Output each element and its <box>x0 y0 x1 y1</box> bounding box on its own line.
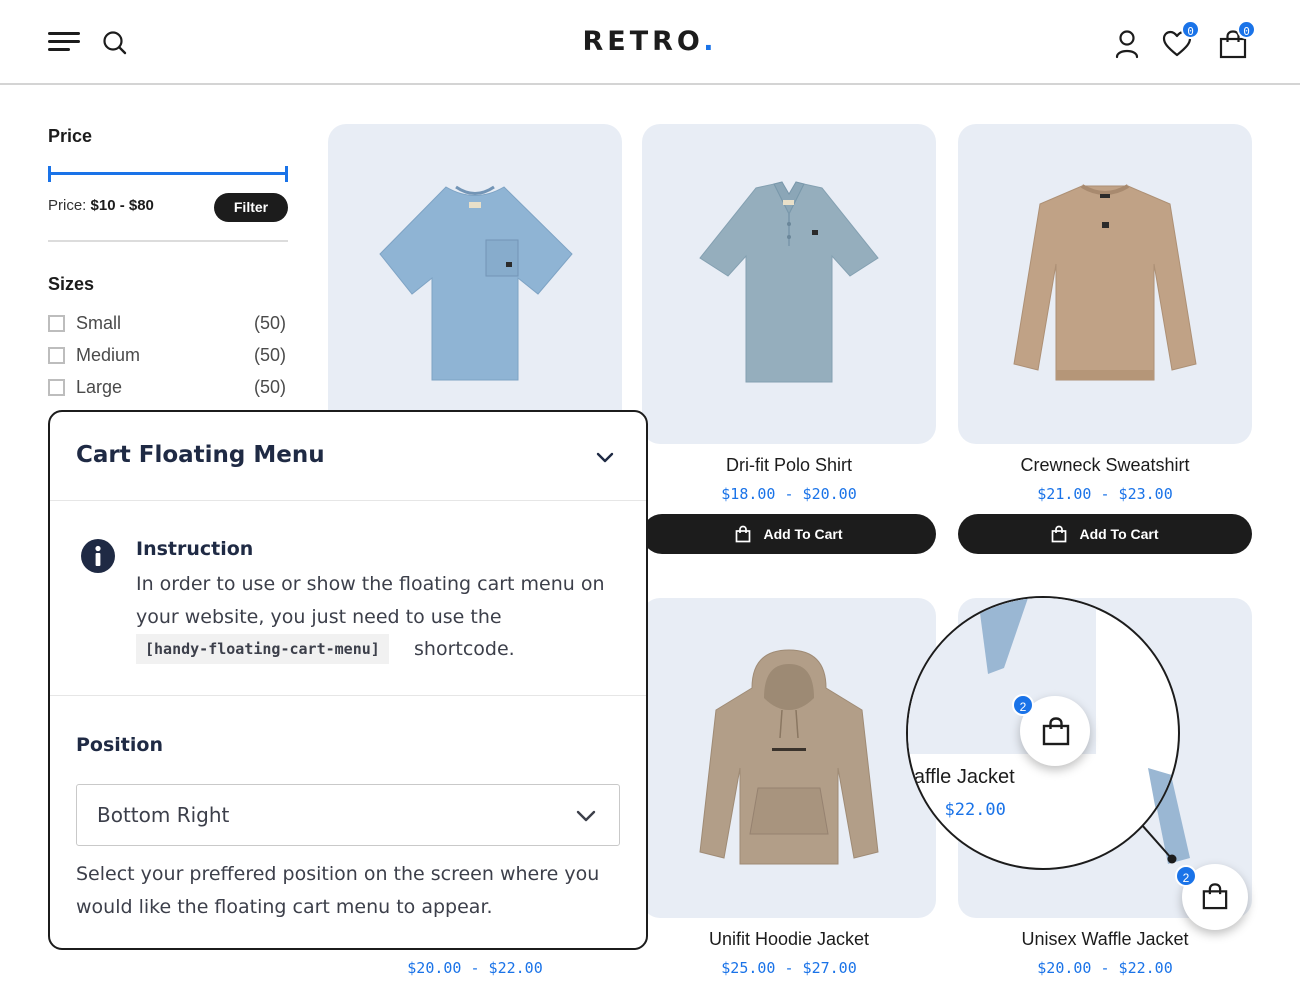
price-slider-max-handle[interactable] <box>285 166 288 182</box>
bag-icon <box>1042 717 1070 746</box>
position-select[interactable]: Bottom Right <box>76 784 620 846</box>
zoom-magnifier: 'affle Jacket - $22.00 2 <box>906 596 1180 870</box>
product-price: $20.00 - $22.00 <box>1037 959 1173 977</box>
magnified-product-name: 'affle Jacket <box>910 766 1015 788</box>
wishlist-count-badge: 0 <box>1181 20 1200 39</box>
product-image-pocket-tshirt[interactable] <box>328 124 622 444</box>
cart-floating-menu-panel: Cart Floating Menu Instruction In order … <box>48 410 648 950</box>
chevron-down-icon <box>576 810 596 822</box>
product-price: $25.00 - $27.00 <box>721 959 857 977</box>
add-to-cart-button[interactable]: Add To Cart <box>642 514 936 554</box>
panel-title: Cart Floating Menu <box>76 442 325 468</box>
product-image-polo-shirt[interactable] <box>642 124 936 444</box>
search-icon[interactable] <box>102 30 128 56</box>
wishlist-heart-icon[interactable]: 0 <box>1162 20 1200 60</box>
sizes-filter-title: Sizes <box>48 274 95 294</box>
shortcode-chip[interactable]: [handy-floating-cart-menu] <box>136 634 389 664</box>
filter-button[interactable]: Filter <box>214 193 288 222</box>
instruction-title: Instruction <box>136 538 254 560</box>
panel-divider <box>50 695 646 696</box>
product-price: $21.00 - $23.00 <box>1037 485 1173 503</box>
cart-count-badge: 0 <box>1237 20 1256 39</box>
panel-divider <box>50 500 646 501</box>
position-select-value: Bottom Right <box>97 803 230 827</box>
product-price: $20.00 - $22.00 <box>407 959 543 977</box>
add-to-cart-button[interactable]: Add To Cart <box>958 514 1252 554</box>
checkbox[interactable] <box>48 347 65 364</box>
size-option-small[interactable]: Small (50) <box>48 312 288 336</box>
instruction-text: In order to use or show the floating car… <box>136 573 605 628</box>
product-name[interactable]: Crewneck Sweatshirt <box>958 455 1252 476</box>
position-help-text: Select your preffered position on the sc… <box>76 863 600 918</box>
bag-icon <box>1202 883 1228 910</box>
chevron-down-icon[interactable] <box>594 446 616 468</box>
size-option-large[interactable]: Large (50) <box>48 376 288 400</box>
product-name[interactable]: Unifit Hoodie Jacket <box>642 929 936 950</box>
user-account-icon[interactable] <box>1112 28 1142 60</box>
site-header: RETRO. 0 0 <box>0 0 1300 85</box>
magnified-sleeve <box>1148 768 1178 854</box>
product-name[interactable]: Unisex Waffle Jacket <box>958 929 1252 950</box>
checkbox[interactable] <box>48 379 65 396</box>
cart-bag-icon[interactable]: 0 <box>1218 20 1256 60</box>
price-slider-track <box>48 172 288 175</box>
product-price: $18.00 - $20.00 <box>721 485 857 503</box>
magnified-product-price: - $22.00 <box>924 800 1006 820</box>
position-label: Position <box>76 734 163 756</box>
info-icon <box>80 538 116 574</box>
product-image-crewneck-sweatshirt[interactable] <box>958 124 1252 444</box>
floating-cart-count-badge: 2 <box>1175 865 1197 887</box>
product-name[interactable]: Dri-fit Polo Shirt <box>642 455 936 476</box>
price-range-slider[interactable] <box>48 166 288 182</box>
size-option-medium[interactable]: Medium (50) <box>48 344 288 368</box>
instruction-tail: shortcode. <box>414 638 515 660</box>
site-logo[interactable]: RETRO. <box>560 26 740 57</box>
bag-icon <box>736 525 751 543</box>
checkbox[interactable] <box>48 315 65 332</box>
menu-icon[interactable] <box>48 32 82 54</box>
filter-divider <box>48 240 288 242</box>
magnified-cart-count-badge: 2 <box>1012 694 1034 716</box>
price-range-readout: Price: $10 - $80 <box>48 197 154 214</box>
product-image-hoodie-jacket[interactable] <box>642 598 936 918</box>
price-slider-min-handle[interactable] <box>48 166 51 182</box>
price-filter-title: Price <box>48 126 93 146</box>
bag-icon <box>1052 525 1067 543</box>
